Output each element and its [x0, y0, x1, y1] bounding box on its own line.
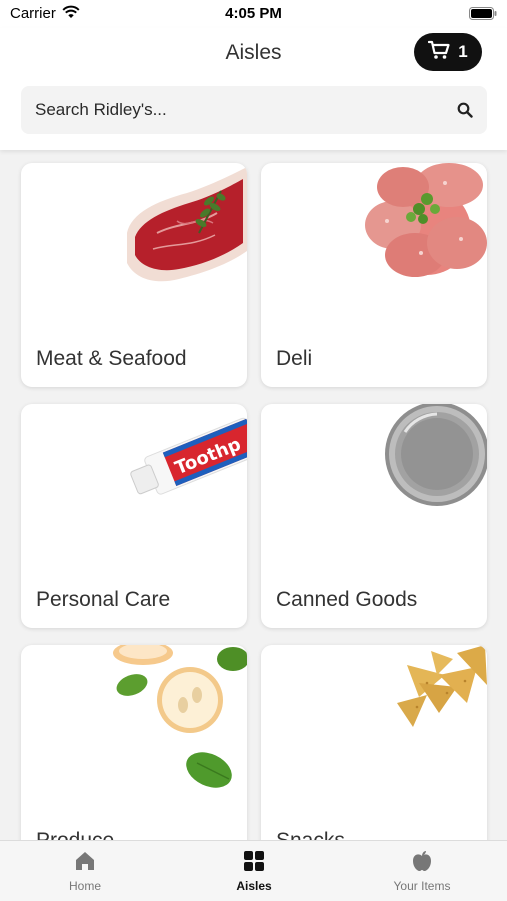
aisle-card-produce[interactable]: Produce	[21, 645, 247, 840]
tab-your-items[interactable]: Your Items	[362, 849, 482, 893]
status-bar: Carrier 4:05 PM	[0, 0, 507, 28]
chips-image	[327, 645, 487, 760]
aisle-card-deli[interactable]: Deli	[261, 163, 487, 387]
can-image	[375, 404, 487, 517]
battery-icon	[469, 7, 497, 25]
aisle-label: Personal Care	[36, 588, 171, 611]
salami-image	[357, 163, 487, 288]
tab-home[interactable]: Home	[25, 849, 145, 893]
header: Aisles 1 Search Ridley's...	[0, 28, 507, 150]
search-placeholder: Search Ridley's...	[35, 100, 167, 119]
aisle-card-personal-care[interactable]: Toothp Personal Care	[21, 404, 247, 628]
home-icon	[25, 849, 145, 873]
aisle-label: Meat & Seafood	[36, 347, 187, 370]
aisle-label: Deli	[276, 347, 313, 370]
aisle-grid: Meat & Seafood Deli Toothp Personal Care…	[0, 150, 507, 840]
tab-aisles[interactable]: Aisles	[194, 849, 314, 893]
grid-icon	[194, 849, 314, 873]
tab-label: Your Items	[393, 879, 451, 893]
aisle-card-canned-goods[interactable]: Canned Goods	[261, 404, 487, 628]
cart-count-badge: 1	[458, 42, 468, 61]
cart-icon	[428, 40, 450, 65]
cart-button[interactable]: 1	[414, 33, 482, 71]
toothpaste-image: Toothp	[127, 404, 247, 519]
apple-image	[87, 645, 247, 810]
search-input[interactable]: Search Ridley's...	[21, 86, 487, 134]
aisle-label: Snacks	[276, 829, 345, 840]
tab-label: Aisles	[236, 879, 272, 893]
aisle-label: Canned Goods	[276, 588, 418, 611]
aisle-card-snacks[interactable]: Snacks	[261, 645, 487, 840]
tab-bar: Home Aisles Your Items	[0, 840, 507, 901]
tab-label: Home	[68, 879, 101, 893]
aisle-card-meat-seafood[interactable]: Meat & Seafood	[21, 163, 247, 387]
steak-image	[117, 163, 247, 298]
clock: 4:05 PM	[225, 5, 282, 22]
apple-icon	[362, 849, 482, 873]
aisle-label: Produce	[36, 829, 114, 840]
search-icon[interactable]	[457, 102, 473, 118]
